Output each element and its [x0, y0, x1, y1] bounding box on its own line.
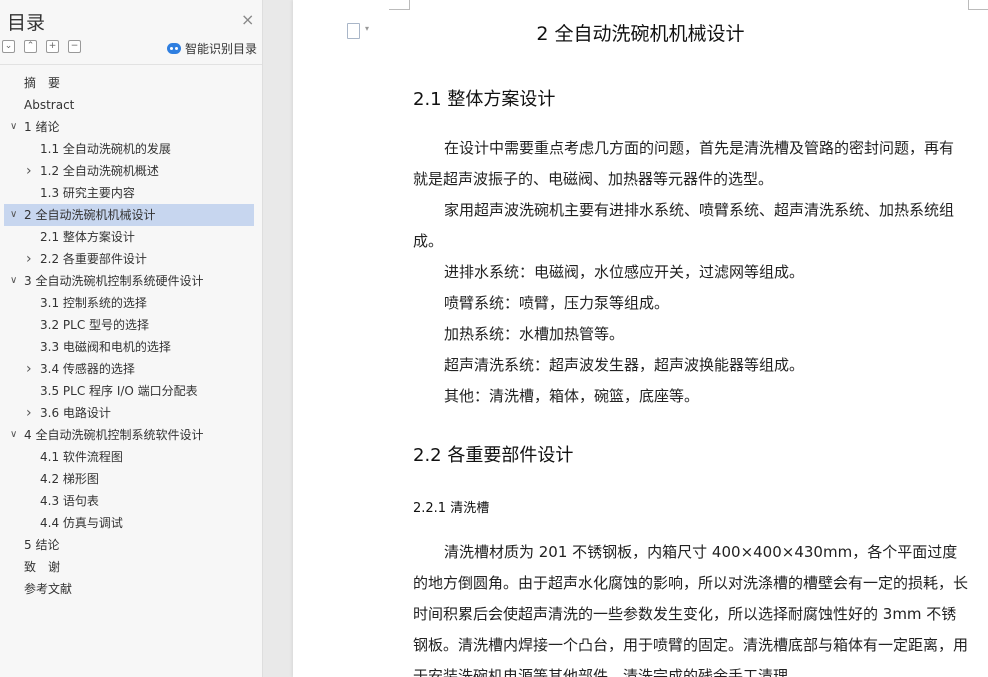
- toc-item-label: 3.5 PLC 程序 I/O 端口分配表: [40, 384, 198, 398]
- smart-toc-label: 智能识别目录: [185, 42, 258, 56]
- toc-panel: 目录 × ⌄ ⌃ + − 智能识别目录 摘 要 Abstract ∨ 1 绪论 1.1 …: [0, 0, 263, 677]
- toc-item-label: 4.3 语句表: [40, 494, 99, 508]
- toc-item[interactable]: 4.2 梯形图: [0, 468, 262, 490]
- toc-item[interactable]: 4.4 仿真与调试: [0, 512, 262, 534]
- paragraph: 清洗槽材质为 201 不锈钢板，内箱尺寸 400×400×430mm，各个平面过…: [413, 543, 969, 677]
- toc-item[interactable]: 3.2 PLC 型号的选择: [0, 314, 262, 336]
- toc-item[interactable]: ∨ 2 全自动洗碗机机械设计: [4, 204, 254, 226]
- toc-item-label: 1.3 研究主要内容: [40, 186, 135, 200]
- remove-heading-icon[interactable]: −: [68, 40, 81, 53]
- toc-item-label: 参考文献: [24, 582, 73, 596]
- toc-item[interactable]: 5 结论: [0, 534, 262, 556]
- toc-item-label: 3.3 电磁阀和电机的选择: [40, 340, 171, 354]
- toc-item[interactable]: › 3.6 电路设计: [0, 402, 262, 424]
- toc-item[interactable]: 参考文献: [0, 578, 262, 600]
- toc-item[interactable]: 2.1 整体方案设计: [0, 226, 262, 248]
- chevron-down-icon[interactable]: ∨: [10, 270, 17, 292]
- panel-gutter: [263, 0, 293, 677]
- toc-item[interactable]: 3.5 PLC 程序 I/O 端口分配表: [0, 380, 262, 402]
- toc-item[interactable]: 4.1 软件流程图: [0, 446, 262, 468]
- paragraph: 进排水系统：电磁阀，水位感应开关，过滤网等组成。: [444, 263, 805, 281]
- chevron-right-icon[interactable]: ›: [26, 358, 32, 380]
- toc-item[interactable]: ∨ 4 全自动洗碗机控制系统软件设计: [0, 424, 262, 446]
- collapse-all-icon[interactable]: ⌄: [2, 40, 15, 53]
- document-page: ▾ 2 全自动洗碗机机械设计 2.1 整体方案设计 在设计中需要重点考虑几方面的…: [293, 0, 988, 677]
- toc-item-label: 4.1 软件流程图: [40, 450, 123, 464]
- toc-item-label: 1 绪论: [24, 120, 60, 134]
- toc-item-label: 3 全自动洗碗机控制系统硬件设计: [24, 274, 204, 288]
- expand-all-icon[interactable]: ⌃: [24, 40, 37, 53]
- section-heading: 2.1 整体方案设计: [413, 89, 556, 110]
- paragraph: 加热系统：水槽加热管等。: [444, 325, 625, 343]
- toc-item[interactable]: ∨ 1 绪论: [0, 116, 262, 138]
- toc-item[interactable]: 致 谢: [0, 556, 262, 578]
- toc-item-label: 2.2 各重要部件设计: [40, 252, 147, 266]
- toc-item[interactable]: 3.3 电磁阀和电机的选择: [0, 336, 262, 358]
- chevron-down-icon[interactable]: ∨: [10, 424, 17, 446]
- toc-item[interactable]: › 1.2 全自动洗碗机概述: [0, 160, 262, 182]
- chevron-down-icon[interactable]: ∨: [10, 116, 17, 138]
- section-heading: 2.2 各重要部件设计: [413, 445, 574, 466]
- chevron-right-icon[interactable]: ›: [26, 160, 32, 182]
- toc-item-label: 摘 要: [24, 76, 61, 90]
- toc-item-label: 2 全自动洗碗机机械设计: [24, 208, 156, 222]
- toc-toolbar: ⌄ ⌃ + −: [2, 40, 81, 53]
- toc-item[interactable]: Abstract: [0, 94, 262, 116]
- toc-item[interactable]: › 3.4 传感器的选择: [0, 358, 262, 380]
- subsection-heading: 2.2.1 清洗槽: [413, 501, 490, 516]
- toc-item[interactable]: 摘 要: [0, 72, 262, 94]
- toc-list: 摘 要 Abstract ∨ 1 绪论 1.1 全自动洗碗机的发展 › 1.2 全自动洗碗机…: [0, 72, 262, 600]
- smart-toc-button[interactable]: 智能识别目录: [167, 40, 257, 57]
- paragraph: 家用超声波洗碗机主要有进排水系统、喷臂系统、超声清洗系统、加热系统组成。: [413, 201, 955, 250]
- toc-item[interactable]: 4.3 语句表: [0, 490, 262, 512]
- toc-item[interactable]: 1.1 全自动洗碗机的发展: [0, 138, 262, 160]
- toc-item-label: 3.4 传感器的选择: [40, 362, 135, 376]
- toc-item-label: 致 谢: [24, 560, 61, 574]
- robot-icon: [167, 43, 181, 54]
- divider: [0, 64, 262, 65]
- chevron-right-icon[interactable]: ›: [26, 248, 32, 270]
- toc-item-label: 1.1 全自动洗碗机的发展: [40, 142, 171, 156]
- toc-item-label: 3.6 电路设计: [40, 406, 111, 420]
- close-icon[interactable]: ×: [241, 10, 254, 29]
- chevron-right-icon[interactable]: ›: [26, 402, 32, 424]
- toc-item[interactable]: 3.1 控制系统的选择: [0, 292, 262, 314]
- toc-item[interactable]: ∨ 3 全自动洗碗机控制系统硬件设计: [0, 270, 262, 292]
- toc-item[interactable]: 1.3 研究主要内容: [0, 182, 262, 204]
- toc-title: 目录: [7, 12, 46, 34]
- toc-item-label: 3.2 PLC 型号的选择: [40, 318, 150, 332]
- add-heading-icon[interactable]: +: [46, 40, 59, 53]
- paragraph: 其他：清洗槽，箱体，碗篮，底座等。: [444, 387, 700, 405]
- crop-mark: [968, 0, 988, 10]
- toc-item-label: 4.4 仿真与调试: [40, 516, 123, 530]
- paragraph: 喷臂系统：喷臂，压力泵等组成。: [444, 294, 670, 312]
- chevron-down-icon[interactable]: ∨: [10, 204, 17, 226]
- toc-item[interactable]: › 2.2 各重要部件设计: [0, 248, 262, 270]
- toc-item-label: 4.2 梯形图: [40, 472, 99, 486]
- toc-item-label: 4 全自动洗碗机控制系统软件设计: [24, 428, 204, 442]
- toc-item-label: 3.1 控制系统的选择: [40, 296, 147, 310]
- chapter-title: 2 全自动洗碗机机械设计: [536, 23, 745, 45]
- paragraph: 在设计中需要重点考虑几方面的问题，首先是清洗槽及管路的密封问题，再有就是超声波振…: [413, 139, 955, 188]
- toc-item-label: 2.1 整体方案设计: [40, 230, 135, 244]
- paragraph: 超声清洗系统：超声波发生器，超声波换能器等组成。: [444, 356, 805, 374]
- crop-mark: [389, 0, 410, 10]
- toc-item-label: Abstract: [24, 98, 75, 112]
- toc-item-label: 1.2 全自动洗碗机概述: [40, 164, 159, 178]
- toc-item-label: 5 结论: [24, 538, 60, 552]
